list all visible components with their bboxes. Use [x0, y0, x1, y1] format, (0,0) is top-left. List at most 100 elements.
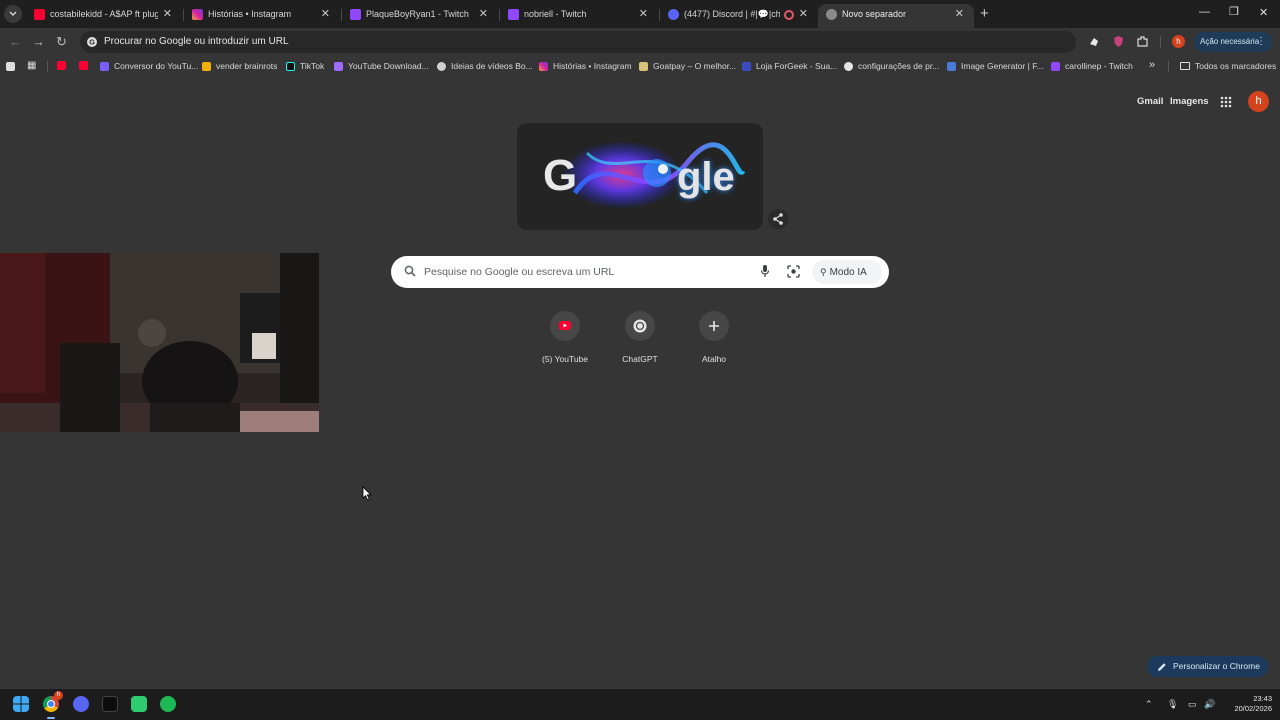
action-required-button[interactable]: Ação necessária ⋮	[1194, 32, 1272, 52]
extension-puzzle-icon[interactable]	[1088, 35, 1101, 48]
tab-title: Novo separador	[842, 9, 907, 19]
bookmark-goatpay[interactable]: Goatpay – O melhor...	[639, 61, 736, 71]
twitch-icon	[1051, 61, 1060, 71]
tab-new-tab[interactable]: Novo separador ✕	[818, 4, 974, 28]
tab-strip: costabilekidd - A$AP ft pluglip ✕ Histór…	[0, 0, 1280, 28]
close-icon[interactable]: ✕	[163, 7, 172, 20]
ai-mode-search-icon: ⚲	[820, 267, 827, 277]
bookmark-youtube-1[interactable]	[57, 61, 71, 70]
instagram-icon	[539, 61, 548, 71]
apps-grid-icon[interactable]: ▦	[27, 60, 36, 71]
system-clock[interactable]: 23:43 20/02/2026	[1222, 694, 1272, 714]
shortcut-tile	[550, 311, 580, 341]
images-link[interactable]: Imagens	[1170, 96, 1209, 107]
google-lens-icon[interactable]	[787, 265, 800, 278]
tab-instagram[interactable]: Histórias • Instagram ✕	[184, 4, 340, 28]
discord-taskbar-icon[interactable]	[73, 696, 89, 712]
back-icon[interactable]: ←	[9, 34, 22, 49]
customize-chrome-button[interactable]: Personalizar o Chrome	[1147, 656, 1268, 677]
tab-twitch-plaqueboyryan[interactable]: PlaqueBoyRyan1 - Twitch ✕	[342, 4, 498, 28]
shortcut-add[interactable]: Atalho	[679, 311, 749, 364]
close-icon[interactable]: ✕	[799, 7, 808, 20]
bookmark-ideias[interactable]: Ideias de vídeos Bo...	[437, 61, 533, 71]
microphone-icon[interactable]	[760, 264, 770, 278]
chrome-favicon	[826, 9, 837, 20]
tab-title: Histórias • Instagram	[208, 9, 292, 19]
shortcut-label: (5) YouTube	[542, 354, 588, 364]
tiktok-icon	[286, 61, 295, 71]
search-box[interactable]: Pesquise no Google ou escreva um URL ⚲ Mo…	[391, 256, 889, 288]
bookmark-youtube-download[interactable]: YouTube Download...	[334, 61, 429, 71]
windows-start-icon[interactable]	[13, 696, 29, 712]
bookmark-converter[interactable]: Conversor do YouTu...	[100, 61, 198, 71]
image-gen-icon	[947, 61, 956, 71]
extensions-icon[interactable]	[1136, 35, 1149, 48]
bookmark-label: Conversor do YouTu...	[114, 61, 199, 71]
address-bar[interactable]: G Procurar no Google ou introduzir um UR…	[80, 31, 1076, 53]
spotify-taskbar-icon[interactable]	[160, 696, 176, 712]
bookmarks-overflow-button[interactable]: »	[1149, 59, 1155, 71]
shortcut-tile	[625, 311, 655, 341]
close-icon[interactable]: ✕	[479, 7, 488, 20]
download-icon	[334, 61, 343, 71]
minimize-icon[interactable]: —	[1199, 6, 1210, 18]
twitch-favicon	[508, 9, 519, 20]
bookmark-tiktok[interactable]: TikTok	[286, 61, 324, 71]
profile-avatar[interactable]: h	[1172, 35, 1185, 48]
bookmark-carollinep[interactable]: carollinep - Twitch	[1051, 61, 1133, 71]
close-window-icon[interactable]: ✕	[1259, 6, 1268, 19]
shortcut-chatgpt[interactable]: ChatGPT	[605, 311, 675, 364]
tab-search-button[interactable]	[4, 5, 22, 23]
ai-mode-button[interactable]: ⚲ Modo IA	[812, 260, 882, 284]
reload-icon[interactable]: ↻	[56, 34, 67, 50]
chrome-inner-circle	[47, 700, 55, 708]
bookmark-image-generator[interactable]: Image Generator | F...	[947, 61, 1044, 71]
extension-shield-icon[interactable]	[1112, 35, 1125, 48]
shop-icon	[202, 61, 211, 71]
kebab-menu-icon[interactable]: ⋮	[1256, 32, 1266, 52]
close-icon[interactable]: ✕	[639, 7, 648, 20]
all-bookmarks-button[interactable]: Todos os marcadores	[1180, 61, 1276, 71]
google-apps-icon[interactable]	[1220, 96, 1232, 108]
google-icon: G	[87, 37, 97, 47]
youtube-icon	[79, 61, 88, 70]
tab-title: (4477) Discord | #|💬|chat-	[684, 9, 780, 19]
restore-icon[interactable]: ❐	[1229, 5, 1239, 18]
capcut-taskbar-icon[interactable]	[102, 696, 118, 712]
bookmark-forgeek[interactable]: Loja ForGeek - Sua...	[742, 61, 837, 71]
new-tab-button[interactable]: +	[980, 5, 989, 22]
bookmarks-bar: ▦ Conversor do YouTu... vender brainrots…	[0, 57, 1280, 77]
bookmark-youtube-2[interactable]	[79, 61, 93, 70]
folder-icon	[1180, 62, 1190, 70]
plus-icon	[709, 321, 719, 331]
network-tray-icon[interactable]: ▭	[1188, 699, 1197, 710]
all-bookmarks-label: Todos os marcadores	[1195, 61, 1277, 71]
clock-date: 20/02/2026	[1234, 704, 1272, 713]
bookmark-label: Goatpay – O melhor...	[653, 61, 737, 71]
account-avatar[interactable]: h	[1248, 91, 1269, 112]
close-icon[interactable]: ✕	[321, 7, 330, 20]
share-doodle-button[interactable]	[768, 209, 788, 229]
sidebar-toggle-icon[interactable]	[6, 62, 15, 71]
tab-discord[interactable]: (4477) Discord | #|💬|chat- ✕	[660, 4, 818, 28]
bookmark-configuracoes[interactable]: configurações de pr...	[844, 61, 939, 71]
bookmark-brainrots[interactable]: vender brainrots	[202, 61, 277, 71]
microphone-tray-icon[interactable]: 🎙	[1167, 699, 1178, 710]
tray-chevron-up-icon[interactable]: ⌃	[1145, 699, 1153, 710]
search-input[interactable]: Pesquise no Google ou escreva um URL	[424, 266, 614, 278]
bookmark-label: Ideias de vídeos Bo...	[451, 61, 533, 71]
chrome-taskbar-icon[interactable]: h	[43, 691, 63, 712]
youtube-icon	[559, 321, 571, 330]
customize-chrome-label: Personalizar o Chrome	[1173, 661, 1260, 671]
tab-twitch-nobriell[interactable]: nobriell - Twitch ✕	[500, 4, 658, 28]
shortcut-youtube[interactable]: (5) YouTube	[530, 311, 600, 364]
shortcut-label: ChatGPT	[622, 354, 658, 364]
google-doodle[interactable]: G gle	[517, 123, 763, 230]
app-taskbar-icon[interactable]	[131, 696, 147, 712]
volume-tray-icon[interactable]: 🔊	[1204, 699, 1215, 710]
bookmark-instagram[interactable]: Histórias • Instagram	[539, 61, 632, 71]
close-icon[interactable]: ✕	[955, 7, 964, 20]
tab-youtube-costabilekidd[interactable]: costabilekidd - A$AP ft pluglip ✕	[26, 4, 182, 28]
forward-icon[interactable]: →	[32, 34, 45, 49]
gmail-link[interactable]: Gmail	[1137, 96, 1163, 107]
